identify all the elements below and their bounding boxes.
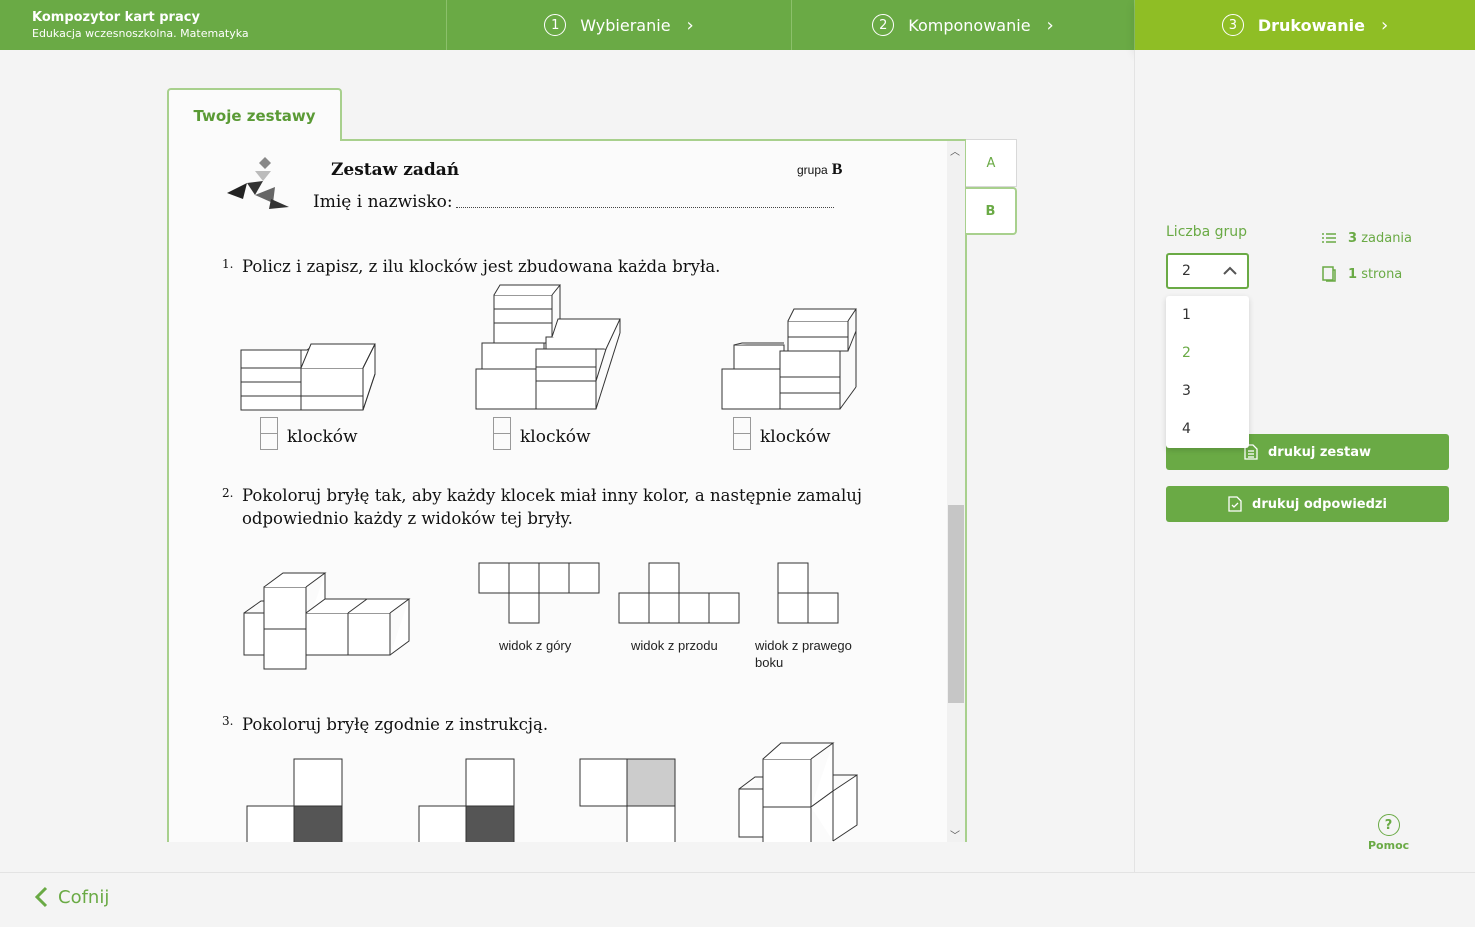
document-scrollbar[interactable]: ︿ ﹀ bbox=[947, 141, 965, 842]
page-copy-icon bbox=[1322, 266, 1338, 282]
scroll-down-icon[interactable]: ﹀ bbox=[950, 827, 960, 842]
question-icon: ? bbox=[1377, 814, 1400, 836]
pages-count: 1 bbox=[1348, 266, 1358, 282]
groups-count-value: 2 bbox=[1182, 263, 1191, 279]
front-view-grid bbox=[618, 562, 740, 624]
groups-count-select[interactable]: 2 bbox=[1166, 253, 1249, 289]
groups-count-dropdown: 1 2 3 4 bbox=[1166, 296, 1249, 448]
groups-count-label: Liczba grup bbox=[1166, 224, 1248, 240]
right-side-view-grid bbox=[777, 562, 839, 624]
block-solid-figure bbox=[475, 284, 621, 410]
document-check-icon bbox=[1228, 496, 1242, 512]
color-grid-figure bbox=[246, 758, 343, 842]
chevron-right-icon: › bbox=[1380, 14, 1389, 36]
bottom-bar: Cofnij bbox=[0, 872, 1475, 927]
task-text: Pokoloruj bryłę zgodnie z instrukcją. bbox=[242, 715, 549, 734]
print-set-label: drukuj zestaw bbox=[1268, 444, 1371, 460]
answer-box[interactable] bbox=[493, 417, 511, 450]
tasks-count: 3 bbox=[1348, 230, 1358, 246]
app-subtitle: Edukacja wczesnoszkolna. Matematyka bbox=[32, 27, 249, 40]
app-brand: Kompozytor kart pracy Edukacja wczesnosz… bbox=[0, 0, 447, 50]
step-number: 2 bbox=[872, 14, 895, 36]
caption-right-view: widok z prawego bbox=[755, 638, 852, 653]
step-label: Wybieranie bbox=[580, 15, 671, 35]
worksheet-preview: Zestaw zadań grupa B Imię i nazwisko: 1. … bbox=[167, 139, 967, 842]
top-view-grid bbox=[478, 562, 600, 624]
back-label: Cofnij bbox=[58, 886, 110, 908]
task-text-line-1: Pokoloruj bryłę tak, aby każdy klocek mi… bbox=[242, 486, 862, 505]
name-label: Imię i nazwisko: bbox=[313, 192, 453, 212]
back-button[interactable]: Cofnij bbox=[34, 886, 109, 908]
group-value: B bbox=[831, 161, 843, 178]
color-grid-figure bbox=[418, 758, 515, 842]
task-text: Policz i zapisz, z ilu klocków jest zbud… bbox=[242, 257, 721, 276]
cube-solid-figure bbox=[243, 572, 411, 670]
set-stats: 3 zadania 1 strona bbox=[1322, 220, 1412, 292]
help-button[interactable]: ? Pomoc bbox=[1368, 814, 1409, 852]
tangram-logo-icon bbox=[227, 157, 289, 209]
pages-count-stat: 1 strona bbox=[1322, 256, 1412, 292]
group-tab-a[interactable]: A bbox=[966, 139, 1017, 187]
worksheet-title: Zestaw zadań bbox=[331, 160, 460, 180]
caption-top-view: widok z góry bbox=[499, 638, 572, 653]
chevron-up-icon bbox=[1223, 264, 1237, 279]
answer-label: klocków bbox=[287, 427, 358, 447]
step-drukowanie[interactable]: 3 Drukowanie › bbox=[1135, 0, 1475, 50]
step-number: 1 bbox=[544, 14, 567, 36]
caption-right-view-2: boku bbox=[755, 655, 784, 670]
pages-word: strona bbox=[1361, 266, 1403, 282]
group-tab-b[interactable]: B bbox=[966, 187, 1017, 235]
top-bar: Kompozytor kart pracy Edukacja wczesnosz… bbox=[0, 0, 1475, 50]
groups-option-3[interactable]: 3 bbox=[1166, 372, 1249, 410]
step-komponowanie[interactable]: 2 Komponowanie › bbox=[792, 0, 1135, 50]
tasks-count-stat: 3 zadania bbox=[1322, 220, 1412, 256]
tab-twoje-zestawy[interactable]: Twoje zestawy bbox=[167, 88, 342, 141]
chevron-right-icon: › bbox=[1046, 14, 1054, 36]
scrollbar-thumb[interactable] bbox=[948, 505, 964, 703]
name-dotted-line bbox=[456, 207, 834, 208]
chevron-right-icon: › bbox=[686, 14, 694, 36]
block-solid-figure bbox=[721, 308, 857, 410]
color-grid-figure bbox=[579, 758, 676, 842]
answer-label: klocków bbox=[760, 427, 831, 447]
group-tabs: A B bbox=[966, 139, 1017, 235]
print-answers-label: drukuj odpowiedzi bbox=[1252, 496, 1387, 512]
task-number: 1. bbox=[222, 257, 234, 271]
groups-option-1[interactable]: 1 bbox=[1166, 296, 1249, 334]
list-icon bbox=[1322, 232, 1338, 244]
app-title: Kompozytor kart pracy bbox=[32, 10, 200, 25]
step-wybieranie[interactable]: 1 Wybieranie › bbox=[447, 0, 792, 50]
task-text-line-2: odpowiednio każdy z widoków tej bryły. bbox=[242, 509, 573, 528]
group-label: grupa bbox=[797, 163, 828, 177]
step-number: 3 bbox=[1221, 14, 1244, 36]
scroll-up-icon[interactable]: ︿ bbox=[950, 143, 960, 158]
groups-option-4[interactable]: 4 bbox=[1166, 410, 1249, 448]
task-number: 2. bbox=[222, 486, 234, 500]
chevron-left-icon bbox=[34, 886, 48, 908]
help-label: Pomoc bbox=[1368, 839, 1410, 852]
cube-solid-figure bbox=[738, 742, 858, 842]
task-number: 3. bbox=[222, 714, 234, 728]
step-label: Komponowanie bbox=[908, 15, 1031, 35]
group-indicator: grupa B bbox=[797, 161, 842, 179]
answer-box[interactable] bbox=[733, 417, 751, 450]
tasks-word: zadania bbox=[1361, 230, 1413, 246]
answer-box[interactable] bbox=[260, 417, 278, 450]
print-settings-panel: Liczba grup 2 1 2 3 4 3 zadania 1 strona… bbox=[1134, 50, 1475, 872]
block-solid-figure bbox=[240, 343, 376, 411]
groups-option-2[interactable]: 2 bbox=[1166, 334, 1249, 372]
caption-front-view: widok z przodu bbox=[631, 638, 718, 653]
answer-label: klocków bbox=[520, 427, 591, 447]
step-label: Drukowanie bbox=[1257, 15, 1365, 35]
print-answers-button[interactable]: drukuj odpowiedzi bbox=[1166, 486, 1449, 522]
